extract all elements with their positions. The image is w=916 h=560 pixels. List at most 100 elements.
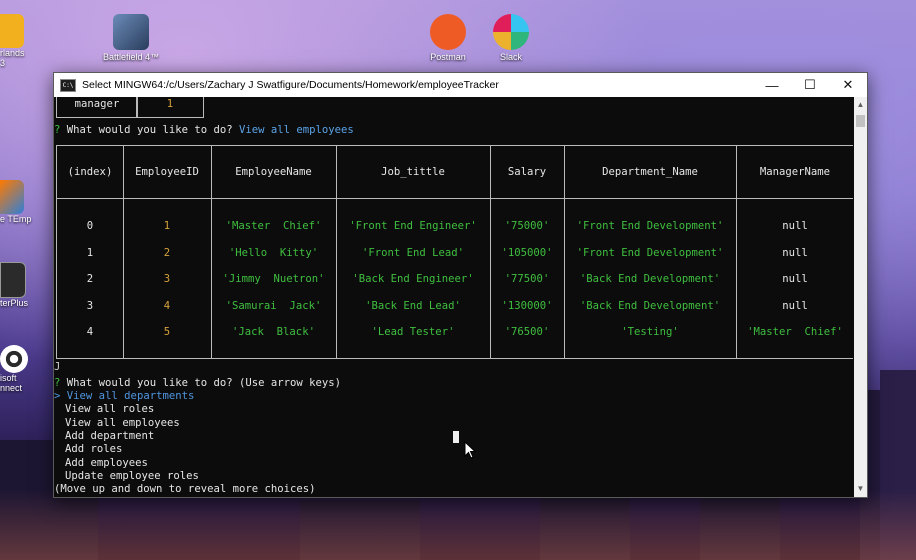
previous-table-cell: 1 xyxy=(136,97,204,118)
previous-cell-value: manager xyxy=(74,98,120,110)
cell-index: 3 xyxy=(86,300,94,312)
employee-table: (index) EmployeeID EmployeeName Job_titt… xyxy=(56,145,853,359)
cell-salary: '130000' xyxy=(501,300,553,312)
desktop-icon-label: Battlefield 4™ xyxy=(102,52,160,62)
scroll-thumb[interactable] xyxy=(856,115,865,127)
desktop-icon-label: terPlus xyxy=(0,298,29,308)
cell-manager: null xyxy=(782,273,808,285)
ubisoft-icon xyxy=(0,345,28,373)
menu-footer-hint: (Move up and down to reveal more choices… xyxy=(54,483,316,495)
cell-salary: '76500' xyxy=(504,326,550,338)
terminal-output[interactable]: manager 1 ? What would you like to do? V… xyxy=(54,97,853,497)
mouse-pointer-icon xyxy=(464,441,476,459)
cell-job-title: 'Lead Tester' xyxy=(371,326,455,338)
menu-choice[interactable]: View all employees xyxy=(65,417,180,429)
desktop-icon-ubisoft-connect[interactable]: isoft nnect xyxy=(0,345,32,393)
cell-employee-id: 2 xyxy=(163,247,171,259)
cell-employee-id: 4 xyxy=(163,300,171,312)
desktop-icon-label: Slack xyxy=(499,52,522,62)
cell-manager: null xyxy=(782,220,808,232)
cell-employee-name: 'Jimmy Nuetron' xyxy=(222,273,325,285)
cell-department: 'Testing' xyxy=(621,326,679,338)
close-button[interactable]: ✕ xyxy=(829,73,867,97)
desktop-icon-label: e TEmp xyxy=(0,214,32,224)
filterplus-icon xyxy=(0,262,26,298)
cell-job-title: 'Front End Engineer' xyxy=(349,220,477,232)
desktop-icon-label: isoft xyxy=(0,373,17,383)
column-header: Job_tittle xyxy=(381,166,445,178)
cell-index: 0 xyxy=(86,220,94,232)
window-titlebar[interactable]: C:\ Select MINGW64:/c/Users/Zachary J Sw… xyxy=(54,73,867,97)
stray-output: J xyxy=(54,361,61,373)
pointer-icon: > xyxy=(54,390,61,402)
desktop-icon-filterplus[interactable]: terPlus xyxy=(0,262,32,308)
vertical-scrollbar[interactable]: ▲ ▼ xyxy=(854,97,867,497)
column-header: Department_Name xyxy=(602,166,698,178)
desktop-icon-label: rlands 3 xyxy=(0,48,25,68)
column-header: EmployeeName xyxy=(235,166,312,178)
cell-index: 2 xyxy=(86,273,94,285)
borderlands-icon xyxy=(0,14,24,48)
cell-salary: '75000' xyxy=(504,220,550,232)
cell-employee-name: 'Samurai Jack' xyxy=(225,300,322,312)
desktop-icon-postman[interactable]: Postman xyxy=(413,14,483,62)
desktop-icon-battlefield[interactable]: Battlefield 4™ xyxy=(96,14,166,62)
previous-cell-value: 1 xyxy=(166,98,174,110)
battlefield-icon xyxy=(113,14,149,50)
cell-department: 'Back End Development' xyxy=(579,273,721,285)
cell-employee-id: 3 xyxy=(163,273,171,285)
cell-salary: '77500' xyxy=(504,273,550,285)
prompt-hint: (Use arrow keys) xyxy=(239,377,342,389)
menu-choice[interactable]: Add employees xyxy=(65,457,148,469)
desktop-icon-coretemp[interactable]: e TEmp xyxy=(0,180,32,224)
desktop-icon-slack[interactable]: Slack xyxy=(476,14,546,62)
menu-choice-selected[interactable]: > View all departments xyxy=(54,390,194,402)
text-cursor xyxy=(453,431,459,443)
desktop-icon-label: Postman xyxy=(430,52,466,62)
terminal-app-icon: C:\ xyxy=(60,78,76,92)
cell-index: 4 xyxy=(86,326,94,338)
cell-department: 'Back End Development' xyxy=(579,300,721,312)
column-header: (index) xyxy=(67,166,113,178)
prompt-mark: ? xyxy=(54,124,61,136)
prompt-line-2: ? What would you like to do? (Use arrow … xyxy=(54,377,341,389)
cell-manager: 'Master Chief' xyxy=(747,326,843,338)
header-separator xyxy=(57,198,853,199)
menu-choice[interactable]: View all roles xyxy=(65,403,154,415)
cell-manager: null xyxy=(782,247,808,259)
cell-employee-name: 'Hello Kitty' xyxy=(228,247,319,259)
terminal-window[interactable]: C:\ Select MINGW64:/c/Users/Zachary J Sw… xyxy=(53,72,868,498)
cell-salary: '105000' xyxy=(501,247,553,259)
menu-choice[interactable]: Add roles xyxy=(65,443,122,455)
prompt-question: What would you like to do? xyxy=(66,124,233,136)
prompt-mark: ? xyxy=(54,377,61,389)
menu-choice[interactable]: Add department xyxy=(65,430,154,442)
cell-employee-name: 'Jack Black' xyxy=(232,326,315,338)
cell-department: 'Front End Development' xyxy=(576,247,724,259)
prompt-question: What would you like to do? xyxy=(66,377,233,389)
cell-index: 1 xyxy=(86,247,94,259)
slack-icon xyxy=(493,14,529,50)
menu-choice[interactable]: Update employee roles xyxy=(65,470,199,482)
desktop-icon-borderlands[interactable]: rlands 3 xyxy=(0,14,32,68)
cell-job-title: 'Back End Lead' xyxy=(365,300,461,312)
cell-job-title: 'Front End Lead' xyxy=(361,247,465,259)
cell-employee-id: 5 xyxy=(163,326,171,338)
scroll-down-icon[interactable]: ▼ xyxy=(854,481,867,497)
coretemp-icon xyxy=(0,180,24,214)
previous-table-cell: manager xyxy=(56,97,138,118)
prompt-line-1: ? What would you like to do? View all em… xyxy=(54,124,354,136)
cell-job-title: 'Back End Engineer' xyxy=(352,273,474,285)
cell-manager: null xyxy=(782,300,808,312)
column-header: Salary xyxy=(507,166,547,178)
minimize-button[interactable]: — xyxy=(753,73,791,97)
maximize-button[interactable]: ☐ xyxy=(791,73,829,97)
cell-employee-name: 'Master Chief' xyxy=(225,220,322,232)
window-title: Select MINGW64:/c/Users/Zachary J Swatfi… xyxy=(82,79,499,91)
column-header: ManagerName xyxy=(759,166,831,178)
column-header: EmployeeID xyxy=(135,166,199,178)
prompt-answer: View all employees xyxy=(239,124,354,136)
cell-employee-id: 1 xyxy=(163,220,171,232)
scroll-up-icon[interactable]: ▲ xyxy=(854,97,867,113)
cell-department: 'Front End Development' xyxy=(576,220,724,232)
